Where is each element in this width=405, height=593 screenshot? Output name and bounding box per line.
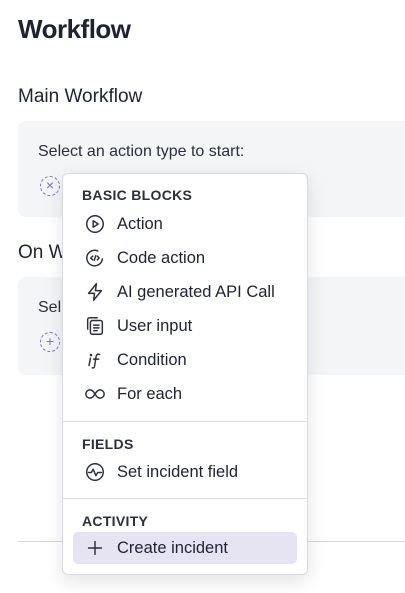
dropdown-divider — [63, 498, 307, 499]
menu-item-label: Code action — [117, 248, 206, 267]
plus-icon — [83, 536, 107, 560]
loop-icon — [83, 382, 107, 406]
menu-item-condition[interactable]: Condition — [73, 344, 297, 376]
group-header-basic-blocks: BASIC BLOCKS — [82, 187, 193, 203]
menu-item-label: User input — [117, 316, 193, 335]
main-workflow-prompt: Select an action type to start: — [38, 143, 245, 160]
menu-item-label: Create incident — [117, 538, 228, 557]
menu-item-label: For each — [117, 384, 183, 403]
if-condition-icon — [83, 348, 107, 372]
on-workflow-prompt: Sel — [38, 299, 62, 316]
menu-item-user-input[interactable]: User input — [73, 310, 297, 342]
lightning-icon — [83, 280, 107, 304]
menu-item-set-incident-field[interactable]: Set incident field — [73, 456, 297, 488]
menu-item-action[interactable]: Action — [73, 208, 297, 240]
menu-item-label: Condition — [117, 350, 187, 369]
on-workflow-title: On W — [18, 242, 67, 263]
menu-item-ai-api-call[interactable]: AI generated API Call — [73, 276, 297, 308]
group-header-fields: FIELDS — [82, 436, 134, 452]
play-circle-icon — [83, 212, 107, 236]
menu-item-label: Set incident field — [117, 462, 239, 481]
code-circle-icon — [83, 246, 107, 270]
pulse-circle-icon — [83, 460, 107, 484]
add-action-button[interactable]: × — [40, 176, 60, 196]
add-action-button-secondary[interactable]: + — [40, 332, 60, 352]
action-type-dropdown: BASIC BLOCKS Action Code action AI gener… — [62, 173, 308, 575]
form-input-icon — [83, 314, 107, 338]
group-header-activity: ACTIVITY — [82, 513, 149, 529]
menu-item-label: Action — [117, 214, 163, 233]
menu-item-for-each[interactable]: For each — [73, 378, 297, 410]
main-workflow-title: Main Workflow — [18, 86, 143, 107]
dropdown-divider — [63, 421, 307, 422]
menu-item-label: AI generated API Call — [117, 282, 275, 301]
page-title: Workflow — [18, 14, 131, 44]
menu-item-code-action[interactable]: Code action — [73, 242, 297, 274]
menu-item-create-incident[interactable]: Create incident — [73, 532, 297, 564]
